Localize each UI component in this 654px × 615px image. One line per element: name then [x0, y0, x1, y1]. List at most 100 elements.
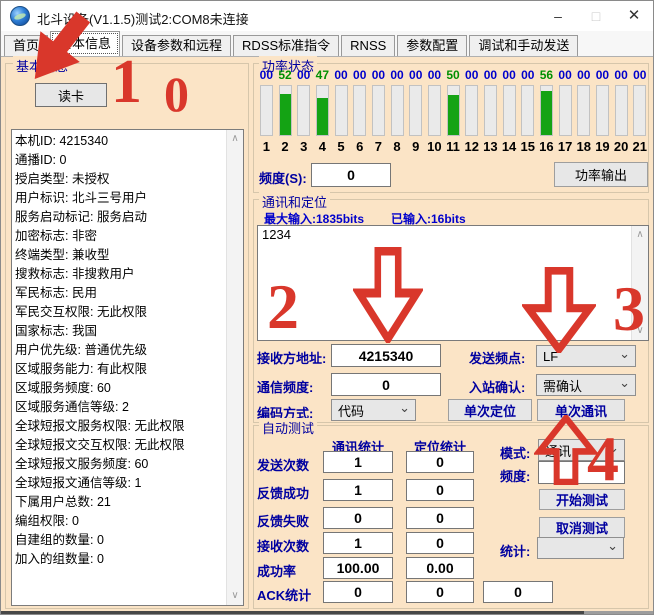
info-list-item[interactable]: 区域服务通信等级: 2 — [15, 398, 226, 417]
power-value: 56 — [540, 67, 553, 84]
power-output-button[interactable]: 功率输出 — [554, 162, 648, 187]
info-list-item[interactable]: 加入的组数量: 0 — [15, 550, 226, 569]
info-list-item[interactable]: 下属用户总数: 21 — [15, 493, 226, 512]
power-bar-number: 14 — [502, 139, 516, 154]
power-bar-column: 00 10 — [425, 67, 444, 161]
power-bar-column: 0013 — [481, 67, 500, 161]
stat-value-input[interactable]: 1 — [323, 479, 393, 501]
info-list-item[interactable]: 搜救标志: 非搜救用户 — [15, 265, 226, 284]
annotation-number-0: 0 — [164, 69, 189, 119]
scroll-up-icon[interactable]: ∧ — [227, 132, 243, 146]
app-window: 北斗设备(V1.1.5)测试2:COM8未连接 – □ ✕ 首页基本信息设备参数… — [0, 0, 654, 615]
stat-value-input[interactable]: 0 — [406, 507, 474, 529]
annotation-number-2: 2 — [267, 275, 299, 339]
scroll-up-icon[interactable]: ∧ — [632, 228, 648, 242]
power-bar — [428, 85, 441, 136]
info-list-item[interactable]: 全球短报文服务频度: 60 — [15, 455, 226, 474]
info-list-item[interactable]: 国家标志: 我国 — [15, 322, 226, 341]
chevron-down-icon: ⌄ — [619, 346, 630, 362]
power-bar — [484, 85, 497, 136]
power-bar-column: 0014 — [500, 67, 519, 161]
info-list-item[interactable]: 通播ID: 0 — [15, 151, 226, 170]
info-list-item[interactable]: 授启类型: 未授权 — [15, 170, 226, 189]
encode-select[interactable]: 代码 ⌄ — [331, 399, 416, 421]
power-bar-number: 11 — [446, 139, 460, 154]
annotation-number-1: 1 — [111, 51, 142, 113]
power-freq-label: 频度(S): — [259, 168, 307, 187]
stat-value-input[interactable]: 100.00 — [323, 557, 393, 579]
power-bar-number: 10 — [427, 139, 441, 154]
stat-value-input[interactable]: 0 — [406, 479, 474, 501]
info-list-item[interactable]: 终端类型: 兼收型 — [15, 246, 226, 265]
power-bar-number: 6 — [356, 139, 363, 154]
power-bar — [503, 85, 516, 136]
list-scrollbar[interactable]: ∧ ∨ — [226, 130, 243, 605]
stat-row-label: ACK统计 — [257, 585, 311, 604]
stat-value-input[interactable]: 1 — [323, 532, 393, 554]
chevron-down-icon: ⌄ — [607, 538, 618, 554]
power-bar-column: 0018 — [574, 67, 593, 161]
info-list-item[interactable]: 编组权限: 0 — [15, 512, 226, 531]
stat-row-label: 接收次数 — [257, 536, 309, 555]
stat-value-input[interactable]: 0.00 — [406, 557, 474, 579]
info-list-item[interactable]: 军民交互权限: 无此权限 — [15, 303, 226, 322]
single-locate-button[interactable]: 单次定位 — [448, 399, 532, 421]
tab-7[interactable]: 调试和手动发送 — [469, 35, 578, 56]
power-value: 50 — [446, 67, 459, 84]
stat-value-input[interactable]: 0 — [323, 507, 393, 529]
power-bar-number: 18 — [577, 139, 591, 154]
info-list-item[interactable]: 服务启动标记: 服务启动 — [15, 208, 226, 227]
info-list-item[interactable]: 区域服务频度: 60 — [15, 379, 226, 398]
power-bar-number: 12 — [464, 139, 478, 154]
stat-row-label: 发送次数 — [257, 455, 309, 474]
power-bar — [353, 85, 366, 136]
power-bar-column: 0017 — [556, 67, 575, 161]
info-list-item[interactable]: 自建组的数量: 0 — [15, 531, 226, 550]
maximize-button: □ — [577, 1, 615, 31]
tab-6[interactable]: 参数配置 — [397, 35, 467, 56]
tab-5[interactable]: RNSS — [341, 35, 395, 56]
power-bar-column: 005 — [332, 67, 351, 161]
power-freq-input[interactable]: 0 — [311, 163, 391, 187]
freq-point-label: 发送频点: — [469, 348, 525, 367]
tab-4[interactable]: RDSS标准指令 — [233, 35, 339, 56]
power-value: 00 — [465, 67, 478, 84]
stat-value-input[interactable]: 0 — [406, 532, 474, 554]
power-value: 00 — [633, 67, 646, 84]
info-list-item[interactable]: 用户标识: 北斗三号用户 — [15, 189, 226, 208]
info-list-item[interactable]: 全球短报文通信等级: 1 — [15, 474, 226, 493]
stat-value-input[interactable]: 0 — [406, 581, 474, 603]
info-list-item[interactable]: 加密标志: 非密 — [15, 227, 226, 246]
minimize-button[interactable]: – — [539, 1, 577, 31]
power-bar-number: 9 — [412, 139, 419, 154]
close-button[interactable]: ✕ — [615, 1, 653, 31]
stat-value-input[interactable]: 0 — [483, 581, 553, 603]
scroll-down-icon[interactable]: ∨ — [227, 589, 243, 603]
info-list-item[interactable]: 本机ID: 4215340 — [15, 132, 226, 151]
app-icon — [10, 6, 30, 26]
power-value: 00 — [428, 67, 441, 84]
cancel-test-button[interactable]: 取消测试 — [539, 517, 625, 538]
stat-value-input[interactable]: 0 — [406, 451, 474, 473]
chevron-down-icon: ⌄ — [619, 375, 630, 391]
info-list-item[interactable]: 区域服务能力: 有此权限 — [15, 360, 226, 379]
power-bar-column: 0019 — [593, 67, 612, 161]
info-list-item[interactable]: 军民标志: 民用 — [15, 284, 226, 303]
power-bar — [559, 85, 572, 136]
info-list-item[interactable]: 全球短报文服务权限: 无此权限 — [15, 417, 226, 436]
info-list-item[interactable]: 全球短报文交互权限: 无此权限 — [15, 436, 226, 455]
info-list-item[interactable]: 用户优先级: 普通优先级 — [15, 341, 226, 360]
basic-info-list[interactable]: 本机ID: 4215340通播ID: 0授启类型: 未授权用户标识: 北斗三号用… — [11, 129, 244, 606]
power-bar — [260, 85, 273, 136]
comm-freq-input[interactable]: 0 — [331, 373, 441, 396]
stat-value-input[interactable]: 0 — [323, 581, 393, 603]
power-bar-column: 003 — [294, 67, 313, 161]
power-bar — [596, 85, 609, 136]
power-bar — [372, 85, 385, 136]
power-bar-number: 7 — [375, 139, 382, 154]
stat-select[interactable]: ⌄ — [537, 537, 624, 559]
ack-select[interactable]: 需确认 ⌄ — [536, 374, 636, 396]
power-bar — [279, 85, 292, 136]
recv-addr-input[interactable]: 4215340 — [331, 344, 441, 367]
stat-value-input[interactable]: 1 — [323, 451, 393, 473]
